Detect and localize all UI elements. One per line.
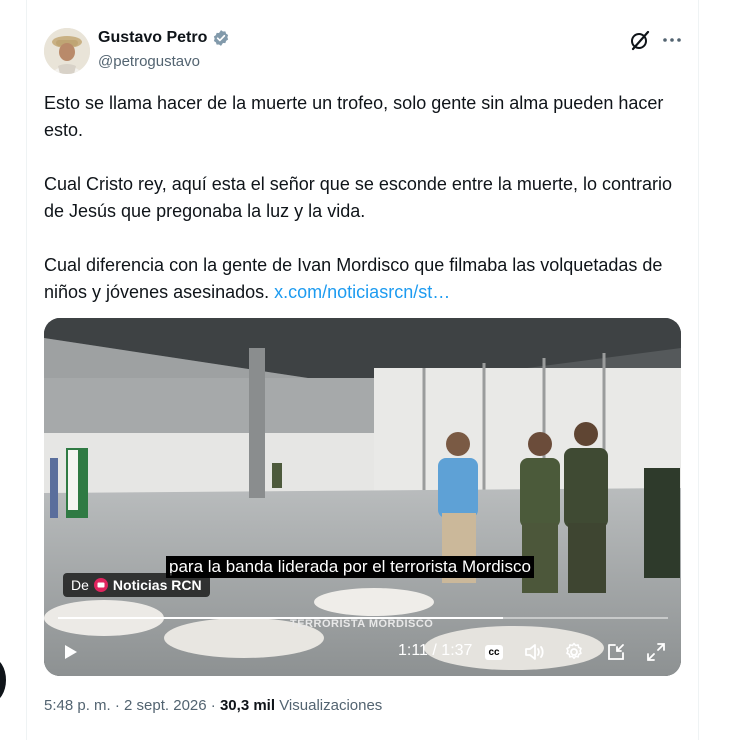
video-time: 1:11 / 1:37	[398, 642, 473, 659]
verified-badge-icon	[214, 30, 229, 46]
grok-button[interactable]	[628, 28, 652, 52]
source-prefix: De	[71, 577, 89, 593]
more-icon	[663, 38, 681, 42]
play-button[interactable]	[58, 640, 82, 664]
video-source-badge[interactable]: De Noticias RCN	[63, 573, 210, 597]
picture-in-picture-icon	[608, 644, 624, 660]
avatar-image	[44, 28, 90, 74]
column-divider-right	[698, 0, 699, 740]
volume-button[interactable]	[522, 640, 546, 664]
captions-icon: cc	[485, 644, 503, 660]
grok-icon	[631, 30, 650, 51]
tweet-paragraph-2: Cual Cristo rey, aquí esta el señor que …	[44, 174, 672, 221]
meta-separator-2: ·	[206, 697, 220, 714]
tweet-meta: 5:48 p. m. · 2 sept. 2026 · 30,3 mil Vis…	[44, 697, 382, 714]
views-label: Visualizaciones	[279, 697, 383, 714]
tweet-link[interactable]: x.com/noticiasrcn/st…	[274, 282, 450, 302]
avatar[interactable]	[44, 28, 90, 74]
tweet-time[interactable]: 5:48 p. m.	[44, 697, 111, 714]
meta-separator: ·	[110, 697, 125, 714]
settings-button[interactable]	[562, 640, 586, 664]
gear-icon	[566, 642, 582, 660]
tweet-paragraph-3: Cual diferencia con la gente de Ivan Mor…	[44, 252, 674, 306]
captions-button[interactable]: cc	[482, 640, 506, 664]
author-name[interactable]: Gustavo Petro	[98, 29, 207, 47]
tweet-text: Esto se llama hacer de la muerte un trof…	[44, 90, 674, 333]
author-name-row: Gustavo Petro	[98, 29, 230, 47]
play-icon	[65, 645, 77, 659]
pip-button[interactable]	[604, 640, 628, 664]
video-progress-bar[interactable]	[58, 617, 668, 619]
source-name: Noticias RCN	[112, 577, 202, 593]
volume-icon	[525, 644, 544, 660]
video-burned-label: TERRORISTA MORDISCO	[290, 618, 434, 630]
video-progress-fill	[58, 617, 504, 619]
floating-action-button[interactable]	[0, 658, 6, 702]
author-handle[interactable]: @petrogustavo	[98, 53, 200, 70]
noticias-rcn-logo-icon	[93, 578, 108, 592]
fullscreen-icon	[647, 643, 665, 661]
column-divider-left	[26, 0, 27, 740]
tweet-paragraph-1: Esto se llama hacer de la muerte un trof…	[44, 93, 664, 140]
views-count: 30,3 mil	[219, 697, 276, 714]
fullscreen-button[interactable]	[644, 640, 668, 664]
tweet-date[interactable]: 2 sept. 2026	[124, 697, 207, 714]
video-caption: para la banda liderada por el terrorista…	[166, 556, 534, 578]
more-button[interactable]	[660, 28, 684, 52]
